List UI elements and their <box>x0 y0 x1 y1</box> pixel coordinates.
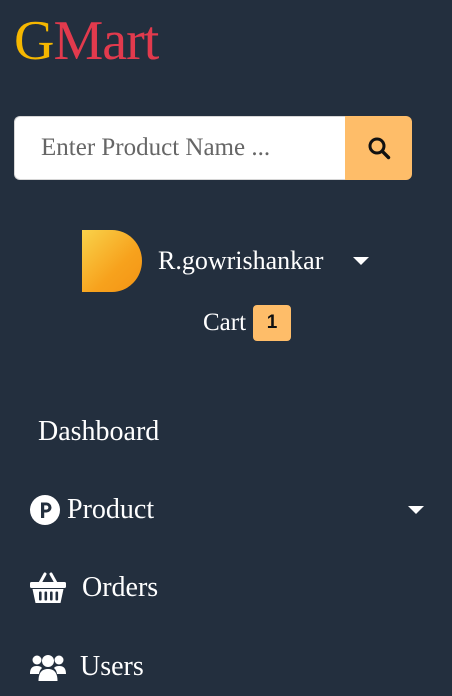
nav-item-product[interactable]: Product <box>30 490 424 530</box>
nav-item-users-label: Users <box>80 651 144 682</box>
nav-item-dashboard[interactable]: Dashboard <box>38 412 159 452</box>
cart-link[interactable]: Cart 1 <box>203 305 292 341</box>
basket-icon <box>30 572 66 604</box>
users-icon <box>30 652 66 682</box>
nav-item-orders[interactable]: Orders <box>30 568 158 608</box>
chevron-down-icon <box>353 257 370 265</box>
nav-item-dashboard-label: Dashboard <box>38 416 160 447</box>
search-icon <box>368 137 390 160</box>
search-input[interactable] <box>14 116 345 180</box>
cart-count-badge: 1 <box>253 305 292 341</box>
user-name: R.gowrishankar <box>158 246 324 275</box>
user-menu-toggle[interactable]: R.gowrishankar <box>82 230 370 292</box>
nav-item-orders-label: Orders <box>82 572 159 603</box>
brand-logo-first-letter: G <box>14 10 54 72</box>
product-p-icon <box>30 495 60 525</box>
brand-logo[interactable]: GMart <box>14 6 159 76</box>
brand-logo-rest: Mart <box>53 10 159 72</box>
cart-label: Cart <box>203 309 247 336</box>
search-bar <box>14 116 412 180</box>
avatar <box>82 230 142 292</box>
search-button[interactable] <box>345 116 412 180</box>
nav-item-product-label: Product <box>67 494 155 525</box>
chevron-down-icon[interactable] <box>408 506 424 514</box>
nav-item-users[interactable]: Users <box>30 647 144 687</box>
